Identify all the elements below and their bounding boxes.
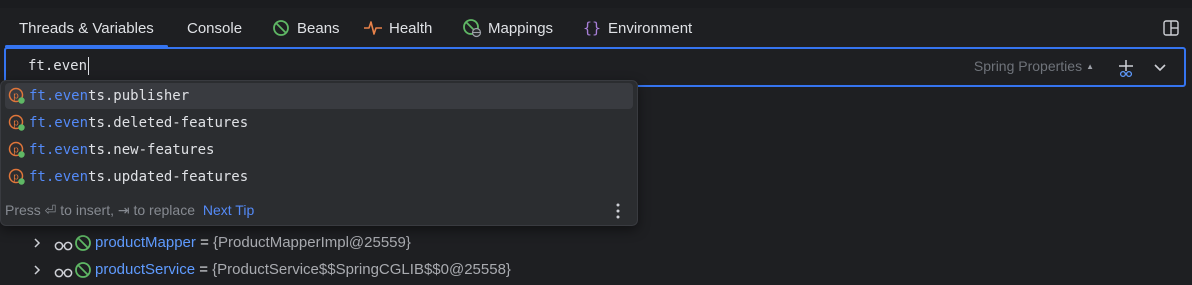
- equals-sign: =: [195, 234, 214, 251]
- expression-input[interactable]: ft.even: [28, 57, 628, 75]
- completion-popup: p ft.events.publisher p ft.events.delete…: [0, 80, 638, 226]
- bean-icon: [271, 18, 291, 38]
- insert-replace-hint: Press ⏎ to insert, ⇥ to replace: [5, 202, 195, 218]
- tab-label: Console: [187, 19, 243, 37]
- completion-rest: ts.publisher: [88, 88, 190, 104]
- completion-text: ft.events.new-features: [29, 142, 214, 158]
- expression-text: ft.even: [28, 58, 88, 74]
- property-icon: p: [8, 87, 26, 105]
- chevron-down-icon[interactable]: [1150, 57, 1170, 77]
- svg-text:p: p: [13, 146, 19, 156]
- completion-item[interactable]: p ft.events.updated-features: [5, 164, 633, 190]
- completion-rest: ts.deleted-features: [88, 115, 249, 131]
- language-selector[interactable]: Spring Properties ▲: [974, 58, 1094, 74]
- completion-match: ft.even: [29, 88, 89, 104]
- chevron-right-icon[interactable]: [31, 263, 43, 277]
- property-icon: p: [8, 114, 26, 132]
- popup-footer: Press ⏎ to insert, ⇥ to replace Next Tip: [5, 202, 254, 219]
- completion-item[interactable]: p ft.events.publisher: [5, 83, 633, 109]
- tab-threads-variables[interactable]: Threads & Variables: [5, 8, 168, 48]
- completion-text: ft.events.updated-features: [29, 169, 248, 185]
- property-icon: p: [8, 141, 26, 159]
- completion-text: ft.events.publisher: [29, 88, 189, 104]
- svg-text:p: p: [13, 92, 19, 102]
- completion-text: ft.events.deleted-features: [29, 115, 248, 131]
- completion-rest: ts.new-features: [88, 142, 215, 158]
- variable-name: productMapper = {ProductMapperImpl@25559…: [95, 234, 411, 251]
- variable-value: {ProductMapperImpl@25559}: [213, 234, 411, 251]
- svg-text:p: p: [13, 119, 19, 129]
- completion-rest: ts.updated-features: [88, 169, 249, 185]
- bean-icon: [74, 261, 92, 279]
- variable-name: productService = {ProductService$$Spring…: [95, 261, 511, 278]
- tab-label: Health: [389, 19, 433, 37]
- tab-mappings[interactable]: Mappings: [462, 8, 553, 48]
- language-label: Spring Properties: [973, 58, 1083, 74]
- tab-label: Threads & Variables: [19, 19, 154, 37]
- variable-name-text: productMapper: [95, 234, 196, 251]
- next-tip-link[interactable]: Next Tip: [203, 202, 254, 218]
- more-options-icon[interactable]: [611, 201, 625, 221]
- tab-label: Environment: [608, 19, 693, 37]
- completion-match: ft.even: [29, 142, 89, 158]
- equals-sign: =: [195, 261, 213, 278]
- watch-glasses-icon: [54, 265, 74, 278]
- completion-match: ft.even: [29, 115, 89, 131]
- property-icon: p: [8, 168, 26, 186]
- mappings-icon: [462, 18, 482, 38]
- completion-match: ft.even: [29, 169, 89, 185]
- tab-label: Beans: [297, 19, 340, 37]
- watch-glasses-icon: [54, 238, 74, 251]
- svg-text:p: p: [13, 173, 19, 183]
- variable-row[interactable]: productMapper = {ProductMapperImpl@25559…: [0, 230, 1192, 256]
- tab-beans[interactable]: Beans: [271, 8, 340, 48]
- braces-icon: {}: [582, 19, 602, 37]
- chevron-right-icon[interactable]: [31, 236, 43, 250]
- tool-window-tabs: Threads & Variables Console Beans Health…: [0, 8, 1192, 48]
- bean-icon: [74, 234, 92, 252]
- tab-environment[interactable]: {} Environment: [582, 8, 692, 48]
- tab-console[interactable]: Console: [187, 8, 242, 48]
- completion-item[interactable]: p ft.events.deleted-features: [5, 110, 633, 136]
- dropdown-triangle-icon: ▲: [1086, 61, 1094, 71]
- pulse-icon: [363, 18, 383, 38]
- variable-name-text: productService: [95, 261, 196, 278]
- add-to-watches-icon[interactable]: [1116, 57, 1138, 79]
- layout-settings-icon[interactable]: [1162, 19, 1180, 37]
- tab-label: Mappings: [488, 19, 554, 37]
- text-caret: [88, 57, 90, 75]
- variable-value: {ProductService$$SpringCGLIB$$0@25558}: [212, 261, 511, 278]
- tab-health[interactable]: Health: [363, 8, 432, 48]
- completion-item[interactable]: p ft.events.new-features: [5, 137, 633, 163]
- variable-row[interactable]: productService = {ProductService$$Spring…: [0, 257, 1192, 283]
- window-top-border: [0, 0, 1192, 8]
